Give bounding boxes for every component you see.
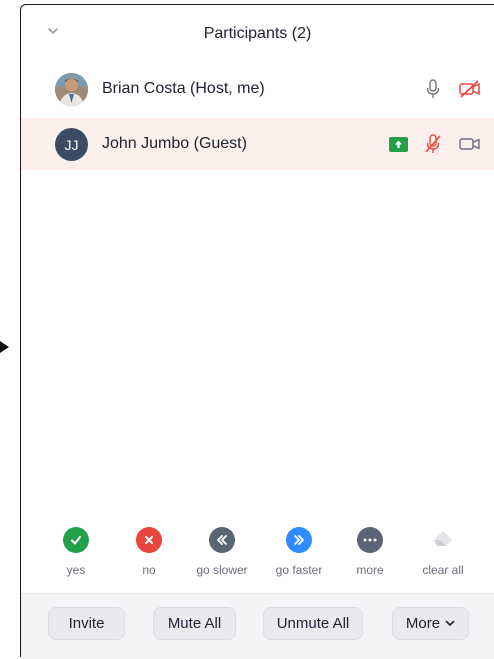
- avatar: [55, 73, 88, 106]
- participant-row[interactable]: Brian Costa (Host, me): [21, 63, 494, 115]
- more-button-label: More: [405, 615, 441, 632]
- reaction-no[interactable]: no: [111, 527, 187, 577]
- unmute-all-button[interactable]: Unmute All: [263, 607, 363, 640]
- reaction-label: clear all: [422, 563, 464, 577]
- microphone-icon[interactable]: [423, 79, 443, 99]
- more-dots-icon: [357, 527, 383, 553]
- reaction-label: go faster: [275, 563, 323, 577]
- eraser-icon: [430, 527, 456, 553]
- x-icon: [136, 527, 162, 553]
- reaction-go-slower[interactable]: go slower: [184, 527, 260, 577]
- participant-row[interactable]: JJ John Jumbo (Guest): [21, 118, 494, 170]
- invite-button[interactable]: Invite: [48, 607, 125, 640]
- screen-share-icon[interactable]: [388, 134, 408, 154]
- reaction-go-faster[interactable]: go faster: [261, 527, 337, 577]
- reaction-clear-all[interactable]: clear all: [405, 527, 481, 577]
- arrow-pointer-icon: [0, 341, 9, 353]
- more-button[interactable]: More: [392, 607, 469, 640]
- reaction-label: yes: [66, 563, 86, 577]
- reactions-bar: yes no go slower go faster more clear al…: [21, 527, 494, 587]
- participants-panel: Participants (2) Brian Costa (Host, me): [20, 4, 494, 659]
- avatar: JJ: [55, 128, 88, 161]
- reaction-more[interactable]: more: [332, 527, 408, 577]
- fast-forward-icon: [286, 527, 312, 553]
- reaction-label: more: [356, 563, 384, 577]
- check-icon: [63, 527, 89, 553]
- footer-toolbar: Invite Mute All Unmute All More: [21, 593, 494, 659]
- participant-name: John Jumbo (Guest): [102, 135, 247, 152]
- panel-header: Participants (2): [21, 5, 494, 63]
- rewind-icon: [209, 527, 235, 553]
- mute-all-button[interactable]: Mute All: [153, 607, 236, 640]
- microphone-muted-icon[interactable]: [423, 134, 443, 154]
- reaction-yes[interactable]: yes: [38, 527, 114, 577]
- video-off-icon[interactable]: [457, 79, 483, 99]
- reaction-label: no: [142, 563, 156, 577]
- panel-title: Participants (2): [203, 25, 312, 42]
- video-camera-icon[interactable]: [458, 134, 482, 154]
- reaction-label: go slower: [196, 563, 248, 577]
- participant-name: Brian Costa (Host, me): [102, 80, 265, 97]
- chevron-down-icon: [445, 620, 455, 627]
